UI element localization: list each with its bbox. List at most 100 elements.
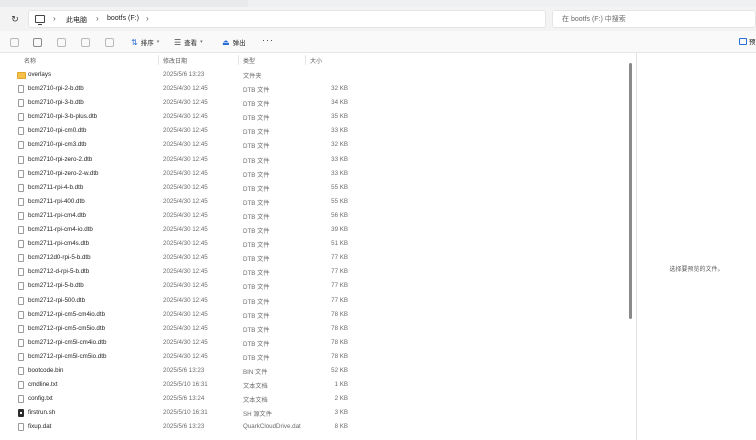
refresh-icon[interactable]: ↻ [9,13,21,25]
file-row[interactable]: bcm2710-rpi-zero-2-w.dtb 2025/4/30 12:45 D… [0,167,630,181]
search-box[interactable] [552,10,756,28]
file-row[interactable]: bcm2712-rpi-cm5-cm4io.dtb 2025/4/30 12:45… [0,308,630,322]
file-row[interactable]: bcm2711-rpi-cm4s.dtb 2025/4/30 12:45 DTB 文… [0,237,630,251]
file-date: 2025/4/30 12:45 [163,240,208,248]
file-type: DTB 文件 [243,228,270,236]
file-size: 77 KB [331,282,348,290]
file-type: DTB 文件 [243,143,270,151]
column-divider[interactable] [238,55,239,65]
file-name: bcm2711-rpi-400.dtb [28,197,85,205]
file-name: bootcode.bin [28,366,64,374]
search-input[interactable] [553,11,755,27]
file-date: 2025/4/30 12:45 [163,282,208,290]
file-icon [18,169,24,178]
cut-icon[interactable] [10,38,19,47]
scrollbar-thumb[interactable] [629,63,632,319]
file-size: 78 KB [331,324,348,332]
delete-icon[interactable] [105,38,114,47]
preview-pane: 选择要预览的文件。 [637,53,756,440]
file-date: 2025/4/30 12:45 [163,254,208,262]
file-icon [18,310,24,319]
chevron-right-icon[interactable]: › [53,14,56,23]
file-type: DTB 文件 [243,129,270,137]
file-date: 2025/4/30 12:45 [163,155,208,163]
chevron-right-icon[interactable]: › [96,14,99,23]
file-type: DTB 文件 [243,101,270,109]
file-name: overlays [28,71,52,78]
file-icon [18,381,24,390]
file-size: 78 KB [331,338,348,346]
file-date: 2025/5/6 13:24 [163,395,205,403]
file-row[interactable]: fixup.dat 2025/5/6 13:23 QuarkCloudDrive.d… [0,420,630,434]
file-name: bcm2712-rpi-5-b.dtb [28,282,84,290]
file-icon [18,211,24,220]
file-row[interactable]: bcm2711-rpi-cm4.dtb 2025/4/30 12:45 DTB 文件… [0,209,630,223]
file-row[interactable]: bootcode.bin 2025/5/6 13:23 BIN 文件 52 KB [0,364,630,378]
column-date[interactable]: 修改日期 [163,56,187,65]
file-type: BIN 文件 [243,368,268,376]
file-row[interactable]: bcm2712-d-rpi-5-b.dtb 2025/4/30 12:45 DTB … [0,265,630,279]
more-options-button[interactable]: ··· [262,35,274,45]
view-button[interactable]: ☰ 查看 ▾ [174,36,203,48]
file-name: bcm2712-rpi-cm5l-cm4io.dtb [28,338,107,346]
file-row[interactable]: cmdline.txt 2025/5/10 16:31 文本文档 1 KB [0,378,630,392]
copy-icon[interactable] [33,38,42,47]
file-date: 2025/4/30 12:45 [163,141,208,149]
column-divider[interactable] [305,55,306,65]
file-row[interactable]: bcm2710-rpi-2-b.dtb 2025/4/30 12:45 DTB 文件… [0,82,630,96]
file-row[interactable]: bcm2710-rpi-zero-2.dtb 2025/4/30 12:45 DTB… [0,153,630,167]
file-row[interactable]: firstrun.sh 2025/5/10 16:31 SH 源文件 3 KB [0,406,630,420]
file-size: 1 KB [334,381,348,389]
file-type: DTB 文件 [243,270,270,278]
file-type: DTB 文件 [243,171,270,179]
file-row[interactable]: bcm2712-rpi-cm5l-cm4io.dtb 2025/4/30 12:4… [0,336,630,350]
file-row[interactable]: bcm2712-rpi-500.dtb 2025/4/30 12:45 DTB 文件… [0,294,630,308]
column-name[interactable]: 名称 [24,56,36,65]
breadcrumb-drive[interactable]: bootfs (F:) [107,15,139,22]
file-row[interactable]: bcm2710-rpi-3-b.dtb 2025/4/30 12:45 DTB 文件… [0,96,630,110]
file-row[interactable]: bcm2712-rpi-cm5l-cm5io.dtb 2025/4/30 12:4… [0,350,630,364]
file-row[interactable]: config.txt 2025/5/6 13:24 文本文档 2 KB [0,392,630,406]
paste-icon[interactable] [57,38,66,47]
file-icon [18,352,24,361]
vertical-scrollbar[interactable] [628,61,633,440]
preview-pane-button[interactable]: 预 [739,36,756,46]
column-divider[interactable] [158,55,159,65]
eject-button[interactable]: ⏏ 弹出 [222,36,246,48]
address-box[interactable]: › 此电脑 › bootfs (F:) › [28,10,546,28]
file-name: config.txt [28,395,53,403]
file-date: 2025/4/30 12:45 [163,127,208,135]
file-row[interactable]: overlays 2025/5/6 13:23 文件夹 [0,68,630,82]
file-name: bcm2710-rpi-zero-2.dtb [28,155,93,163]
chevron-down-icon: ▾ [156,39,160,45]
file-type: DTB 文件 [243,213,270,221]
file-type: DTB 文件 [243,354,270,362]
file-row[interactable]: bcm2712-rpi-cm5-cm5io.dtb 2025/4/30 12:45… [0,322,630,336]
view-label: 查看 [184,40,198,47]
file-date: 2025/5/10 16:31 [163,381,208,389]
rename-icon[interactable] [81,38,90,47]
column-type[interactable]: 类型 [243,56,255,65]
chevron-right-icon[interactable]: › [146,14,149,23]
file-icon [18,296,24,305]
file-row[interactable]: bcm2711-rpi-cm4-io.dtb 2025/4/30 12:45 DTB… [0,223,630,237]
file-row[interactable]: bcm2710-rpi-cm3.dtb 2025/4/30 12:45 DTB 文件… [0,138,630,152]
file-name: bcm2712-rpi-cm5l-cm5io.dtb [28,352,107,360]
file-row[interactable]: bcm2712-rpi-5-b.dtb 2025/4/30 12:45 DTB 文件… [0,279,630,293]
file-name: bcm2710-rpi-cm0.dtb [28,127,87,135]
file-icon [18,268,24,277]
address-bar: ↻ › 此电脑 › bootfs (F:) › [0,7,756,31]
sort-button[interactable]: ⇅ 排序 ▾ [131,36,159,48]
file-date: 2025/4/30 12:45 [163,197,208,205]
breadcrumb-this-pc[interactable]: 此电脑 [66,15,87,25]
file-row[interactable]: bcm2710-rpi-cm0.dtb 2025/4/30 12:45 DTB 文件… [0,124,630,138]
file-type: DTB 文件 [243,242,270,250]
file-row[interactable]: bcm2710-rpi-3-b-plus.dtb 2025/4/30 12:45 D… [0,110,630,124]
file-row[interactable]: bcm2711-rpi-400.dtb 2025/4/30 12:45 DTB 文件… [0,195,630,209]
file-size: 77 KB [331,296,348,304]
file-row[interactable]: bcm2712d0-rpi-5-b.dtb 2025/4/30 12:45 DTB … [0,251,630,265]
column-size[interactable]: 大小 [310,56,322,65]
file-name: bcm2712-rpi-500.dtb [28,296,86,304]
file-size: 51 KB [331,240,348,248]
file-row[interactable]: bcm2711-rpi-4-b.dtb 2025/4/30 12:45 DTB 文件… [0,181,630,195]
